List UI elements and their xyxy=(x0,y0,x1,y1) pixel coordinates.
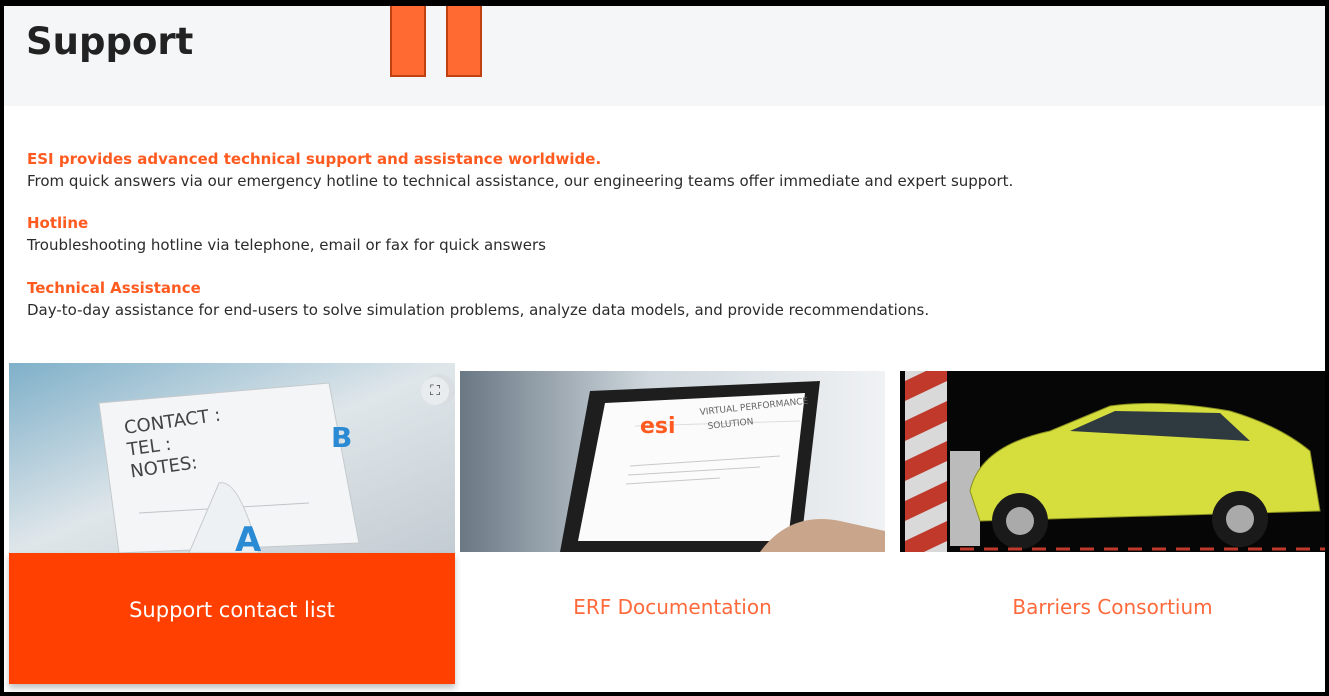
intro-heading: ESI provides advanced technical support … xyxy=(27,150,602,168)
assistance-heading: Technical Assistance xyxy=(27,279,201,297)
hotline-section: Hotline Troubleshooting hotline via tele… xyxy=(27,214,546,255)
hotline-text: Troubleshooting hotline via telephone, e… xyxy=(27,236,546,254)
page-header: Support xyxy=(4,6,1325,106)
support-contact-image[interactable]: A B CONTACT : TEL : NOTES: ⛶ xyxy=(9,363,455,553)
annotation-marker xyxy=(390,6,426,77)
intro-text: From quick answers via our emergency hot… xyxy=(27,172,1014,190)
tablet-illustration: esi VIRTUAL PERFORMANCE SOLUTION xyxy=(460,371,885,552)
hotline-heading: Hotline xyxy=(27,214,89,232)
erf-documentation-image[interactable]: esi VIRTUAL PERFORMANCE SOLUTION xyxy=(460,371,885,552)
crash-car-illustration xyxy=(900,371,1325,552)
barriers-consortium-link[interactable]: Barriers Consortium xyxy=(900,595,1325,619)
barriers-consortium-image[interactable] xyxy=(900,371,1325,552)
visual-search-icon[interactable]: ⛶ xyxy=(421,377,449,405)
svg-text:B: B xyxy=(331,421,352,454)
svg-text:A: A xyxy=(235,520,262,553)
erf-documentation-link[interactable]: ERF Documentation xyxy=(460,595,885,619)
contact-card-illustration: A B xyxy=(9,363,455,553)
page-title: Support xyxy=(26,20,194,63)
assistance-section: Technical Assistance Day-to-day assistan… xyxy=(27,279,929,320)
assistance-text: Day-to-day assistance for end-users to s… xyxy=(27,301,930,319)
support-contact-label[interactable]: Support contact list xyxy=(9,598,455,622)
intro-section: ESI provides advanced technical support … xyxy=(27,150,1013,191)
annotation-marker xyxy=(446,6,482,77)
svg-text:esi: esi xyxy=(640,414,676,439)
